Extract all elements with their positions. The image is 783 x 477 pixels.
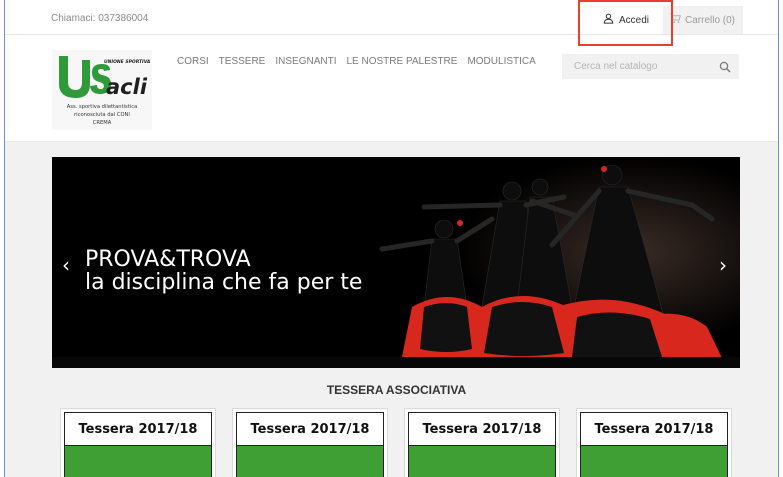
- cart-icon: [670, 13, 681, 27]
- login-label: Accedi: [619, 14, 650, 26]
- search-box: [562, 54, 739, 79]
- chevron-left-icon[interactable]: ‹: [62, 255, 70, 275]
- site-header: acli UNIONE SPORTIVA Ass. sportiva dilet…: [5, 36, 778, 142]
- logo-line-2: riconosciuta dal CONI: [74, 112, 130, 118]
- cart-label: Carrello (0): [685, 14, 736, 26]
- carousel-title: PROVA&TROVA: [85, 247, 251, 272]
- carousel-caption: PROVA&TROVA la disciplina che fa per te: [85, 249, 362, 295]
- frame-border-right: [778, 0, 779, 477]
- nav-item-palestre[interactable]: LE NOSTRE PALESTRE: [346, 56, 457, 67]
- product-card-title: Tessera 2017/18: [580, 412, 728, 446]
- logo-wordmark: acli: [106, 75, 148, 99]
- product-card[interactable]: Tessera 2017/18: [232, 408, 388, 477]
- logo-tagline: UNIONE SPORTIVA: [104, 59, 151, 65]
- product-card[interactable]: Tessera 2017/18: [576, 408, 732, 477]
- cart-button[interactable]: Carrello (0): [663, 6, 743, 34]
- nav-item-corsi[interactable]: CORSI: [177, 56, 209, 67]
- logo-line-3: CREMA: [93, 120, 112, 126]
- product-card[interactable]: Tessera 2017/18: [404, 408, 560, 477]
- page: Chiamaci: 037386004 Accedi Carrello (0): [0, 0, 783, 477]
- site-logo[interactable]: acli UNIONE SPORTIVA Ass. sportiva dilet…: [52, 50, 152, 130]
- product-card-title: Tessera 2017/18: [408, 412, 556, 446]
- product-list: Tessera 2017/18 Tessera 2017/18 Tessera …: [60, 408, 760, 477]
- nav-item-modulistica[interactable]: MODULISTICA: [467, 56, 535, 67]
- phone-contact: Chiamaci: 037386004: [51, 13, 149, 24]
- top-bar: Chiamaci: 037386004 Accedi Carrello (0): [5, 3, 778, 35]
- hero-carousel[interactable]: PROVA&TROVA la disciplina che fa per te …: [52, 157, 740, 368]
- main-content: PROVA&TROVA la disciplina che fa per te …: [5, 142, 778, 477]
- user-icon: [603, 13, 614, 27]
- product-card-image: [236, 446, 384, 477]
- logo-line-1: Ass. sportiva dilettantistica: [67, 104, 138, 110]
- nav-item-insegnanti[interactable]: INSEGNANTI: [275, 56, 336, 67]
- search-icon[interactable]: [719, 60, 731, 73]
- chevron-right-icon[interactable]: ›: [719, 255, 727, 275]
- section-title: TESSERA ASSOCIATIVA: [326, 383, 467, 397]
- login-link[interactable]: Accedi: [603, 13, 649, 27]
- product-card[interactable]: Tessera 2017/18: [60, 408, 216, 477]
- carousel-subtitle: la disciplina che fa per te: [85, 270, 363, 295]
- product-card-title: Tessera 2017/18: [64, 412, 212, 446]
- product-card-image: [408, 446, 556, 477]
- nav-item-tessere[interactable]: TESSERE: [219, 56, 266, 67]
- product-card-title: Tessera 2017/18: [236, 412, 384, 446]
- search-input[interactable]: [562, 54, 712, 79]
- product-card-image: [580, 446, 728, 477]
- main-navigation: CORSI TESSERE INSEGNANTI LE NOSTRE PALES…: [177, 56, 536, 67]
- product-card-image: [64, 446, 212, 477]
